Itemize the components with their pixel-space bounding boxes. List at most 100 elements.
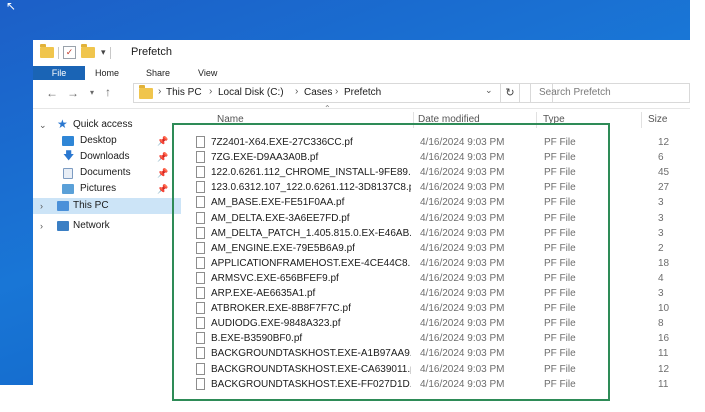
file-row[interactable]: AM_DELTA.EXE-3A6EE7FD.pf 4/16/2024 9:03 P…	[188, 211, 690, 226]
nav-item-desktop[interactable]: Desktop 📌	[33, 133, 181, 149]
file-row[interactable]: ARP.EXE-AE6635A1.pf 4/16/2024 9:03 PM PF F…	[188, 286, 690, 301]
file-row[interactable]: ATBROKER.EXE-8B8F7F7C.pf 4/16/2024 9:03 P…	[188, 301, 690, 316]
file-size: 8	[658, 318, 664, 329]
chevron-right-icon[interactable]: ›	[295, 86, 298, 97]
file-type: PF File	[544, 152, 576, 163]
file-name: AM_BASE.EXE-FE51F0AA.pf	[211, 197, 345, 208]
file-icon	[196, 136, 205, 148]
file-size: 11	[658, 348, 669, 359]
chevron-right-icon[interactable]: ›	[40, 198, 43, 214]
file-date-modified: 4/16/2024 9:03 PM	[420, 303, 505, 314]
file-date-modified: 4/16/2024 9:03 PM	[420, 273, 505, 284]
file-row[interactable]: BACKGROUNDTASKHOST.EXE-CA639011.pf 4/16/2…	[188, 362, 690, 377]
file-size: 3	[658, 288, 664, 299]
chevron-right-icon[interactable]: ›	[158, 86, 161, 97]
breadcrumb-this-pc[interactable]: This PC	[166, 87, 202, 98]
nav-item-documents[interactable]: Documents 📌	[33, 165, 181, 181]
nav-item-downloads[interactable]: 🡇 Downloads 📌	[33, 149, 181, 165]
pin-icon[interactable]: 📌	[157, 149, 168, 165]
recent-locations-dropdown-icon[interactable]: ▾	[90, 87, 94, 99]
breadcrumb-prefetch[interactable]: Prefetch	[344, 87, 381, 98]
file-size: 12	[658, 364, 670, 375]
file-size: 10	[658, 303, 670, 314]
refresh-icon[interactable]: ↻	[500, 83, 520, 103]
file-name: 7ZG.EXE-D9AA3A0B.pf	[211, 152, 319, 163]
tab-view[interactable]: View	[198, 66, 217, 80]
nav-label: Documents	[80, 167, 131, 178]
chevron-right-icon[interactable]: ›	[209, 86, 212, 97]
new-folder-icon[interactable]	[81, 44, 95, 58]
pin-icon[interactable]: 📌	[157, 181, 168, 197]
file-icon	[196, 317, 205, 329]
tab-share[interactable]: Share	[146, 66, 170, 80]
pin-icon[interactable]: 📌	[157, 133, 168, 149]
nav-item-pictures[interactable]: Pictures 📌	[33, 181, 181, 197]
tab-home[interactable]: Home	[95, 66, 119, 80]
file-type: PF File	[544, 197, 576, 208]
file-size: 18	[658, 258, 670, 269]
column-divider[interactable]	[641, 112, 642, 128]
file-date-modified: 4/16/2024 9:03 PM	[420, 318, 505, 329]
file-row[interactable]: B.EXE-B3590BF0.pf 4/16/2024 9:03 PM PF Fil…	[188, 331, 690, 346]
file-row[interactable]: AM_ENGINE.EXE-79E5B6A9.pf 4/16/2024 9:03 …	[188, 241, 690, 256]
file-size: 3	[658, 228, 664, 239]
breadcrumb-cases[interactable]: Cases	[304, 87, 332, 98]
pin-icon[interactable]: 📌	[157, 165, 168, 181]
nav-label: Downloads	[80, 151, 130, 162]
chevron-down-icon[interactable]: ⌄	[39, 117, 47, 133]
file-date-modified: 4/16/2024 9:03 PM	[420, 379, 505, 390]
file-row[interactable]: AUDIODG.EXE-9848A323.pf 4/16/2024 9:03 PM…	[188, 316, 690, 331]
file-row[interactable]: 123.0.6312.107_122.0.6261.112-3D8137C8.p…	[188, 180, 690, 195]
column-divider[interactable]	[413, 112, 414, 128]
file-name: 7Z2401-X64.EXE-27C336CC.pf	[211, 137, 353, 148]
forward-arrow-icon[interactable]: →	[67, 87, 79, 99]
back-arrow-icon[interactable]: ←	[46, 87, 58, 99]
file-size: 16	[658, 333, 670, 344]
file-name: BACKGROUNDTASKHOST.EXE-CA639011.pf	[211, 364, 411, 375]
address-history-dropdown-icon[interactable]: ⌄	[485, 85, 493, 96]
file-row[interactable]: AM_BASE.EXE-FE51F0AA.pf 4/16/2024 9:03 PM…	[188, 195, 690, 210]
file-size: 4	[658, 273, 664, 284]
file-row[interactable]: APPLICATIONFRAMEHOST.EXE-4CE44C8... 4/16/…	[188, 256, 690, 271]
column-header-date-modified[interactable]: Date modified	[418, 114, 480, 128]
file-row[interactable]: ARMSVC.EXE-656BFEF9.pf 4/16/2024 9:03 PM P…	[188, 271, 690, 286]
file-row[interactable]: BACKGROUNDTASKHOST.EXE-FF027D1D.pf 4/16/2…	[188, 377, 690, 390]
file-name: ARP.EXE-AE6635A1.pf	[211, 288, 316, 299]
tab-file[interactable]: File	[33, 66, 85, 80]
file-size: 3	[658, 213, 664, 224]
star-icon: ★	[57, 117, 68, 131]
file-icon	[196, 166, 205, 178]
breadcrumb-local-disk[interactable]: Local Disk (C:)	[218, 87, 284, 98]
file-explorer-window: ✓ ▾ Prefetch File Home Share View ← → ▾ …	[33, 40, 690, 390]
properties-icon[interactable]: ✓	[63, 46, 76, 59]
pictures-icon	[62, 184, 74, 194]
file-icon	[196, 302, 205, 314]
chevron-right-icon[interactable]: ›	[40, 218, 43, 234]
file-size: 27	[658, 182, 670, 193]
file-date-modified: 4/16/2024 9:03 PM	[420, 258, 505, 269]
column-header-size[interactable]: Size	[648, 114, 667, 128]
nav-quick-access[interactable]: ⌄ ★ Quick access	[33, 117, 181, 133]
computer-icon	[57, 201, 69, 211]
file-row[interactable]: 7Z2401-X64.EXE-27C336CC.pf 4/16/2024 9:03…	[188, 135, 690, 150]
file-row[interactable]: 7ZG.EXE-D9AA3A0B.pf 4/16/2024 9:03 PM PF F…	[188, 150, 690, 165]
file-date-modified: 4/16/2024 9:03 PM	[420, 152, 505, 163]
file-row[interactable]: BACKGROUNDTASKHOST.EXE-A1B97AA9... 4/16/2…	[188, 346, 690, 361]
file-type: PF File	[544, 273, 576, 284]
file-type: PF File	[544, 303, 576, 314]
file-name: APPLICATIONFRAMEHOST.EXE-4CE44C8...	[211, 258, 411, 269]
chevron-right-icon[interactable]: ›	[335, 86, 338, 97]
column-header-name[interactable]: Name	[217, 114, 244, 128]
file-type: PF File	[544, 137, 576, 148]
customize-toolbar-dropdown-icon[interactable]: ▾	[101, 47, 106, 58]
nav-network[interactable]: › Network	[33, 218, 181, 234]
search-input[interactable]: Search Prefetch	[530, 83, 690, 103]
nav-this-pc[interactable]: › This PC	[33, 198, 181, 214]
column-header-type[interactable]: Type	[543, 114, 565, 128]
column-divider[interactable]	[536, 112, 537, 128]
file-row[interactable]: AM_DELTA_PATCH_1.405.815.0.EX-E46AB... 4/…	[188, 226, 690, 241]
file-type: PF File	[544, 379, 576, 390]
file-row[interactable]: 122.0.6261.112_CHROME_INSTALL-9FE89... 4/…	[188, 165, 690, 180]
up-arrow-icon[interactable]: ↑	[105, 86, 111, 98]
file-type: PF File	[544, 288, 576, 299]
